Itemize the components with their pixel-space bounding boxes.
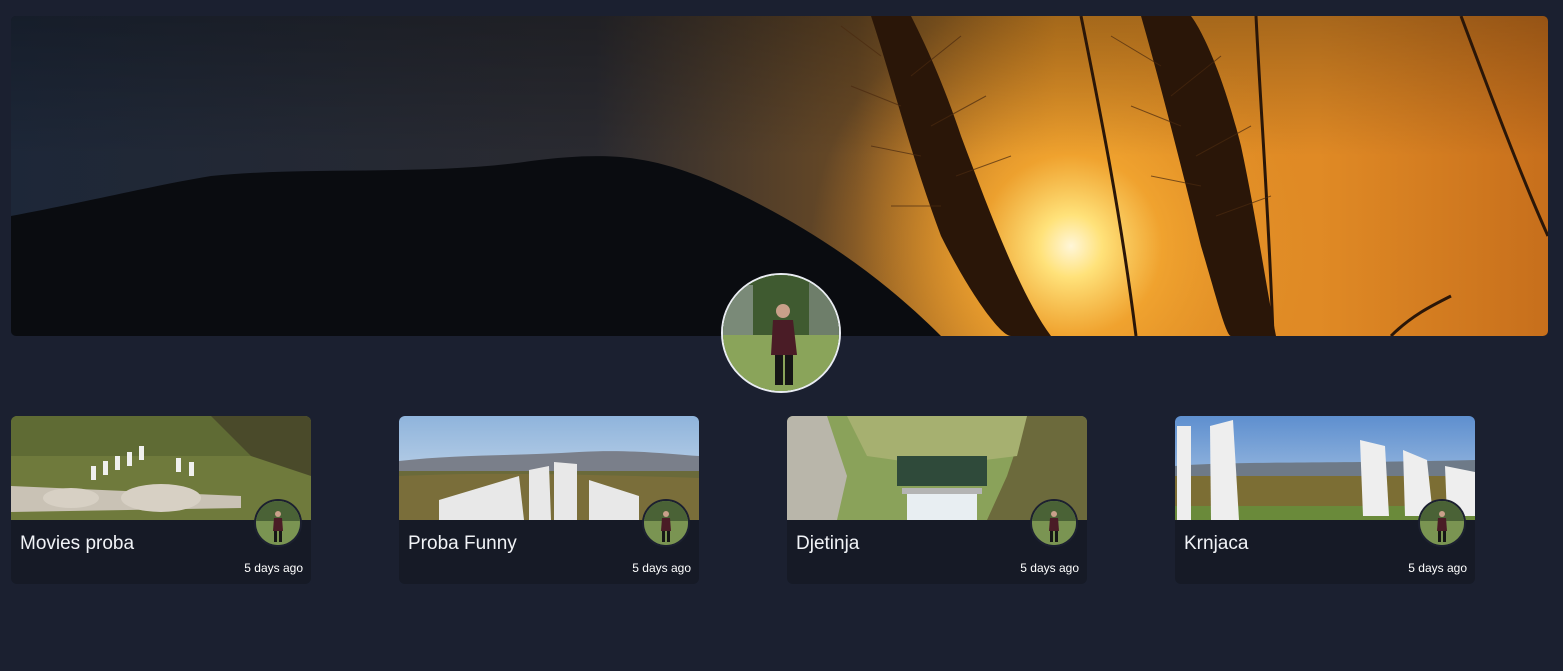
post-list: Movies proba 5 days ago Proba Funny 5 da… bbox=[11, 416, 1475, 584]
post-timestamp: 5 days ago bbox=[1020, 561, 1079, 575]
post-author-avatar[interactable] bbox=[1418, 499, 1466, 547]
post-author-avatar[interactable] bbox=[1030, 499, 1078, 547]
post-title[interactable]: Proba Funny bbox=[408, 533, 517, 555]
post-title[interactable]: Movies proba bbox=[20, 533, 134, 555]
post-author-avatar[interactable] bbox=[254, 499, 302, 547]
profile-avatar[interactable] bbox=[721, 273, 841, 393]
post-card[interactable]: Djetinja 5 days ago bbox=[787, 416, 1087, 584]
post-card[interactable]: Krnjaca 5 days ago bbox=[1175, 416, 1475, 584]
post-title[interactable]: Krnjaca bbox=[1184, 533, 1248, 555]
post-card[interactable]: Movies proba 5 days ago bbox=[11, 416, 311, 584]
post-timestamp: 5 days ago bbox=[1408, 561, 1467, 575]
profile-page: Movies proba 5 days ago Proba Funny 5 da… bbox=[0, 0, 1563, 671]
post-timestamp: 5 days ago bbox=[632, 561, 691, 575]
post-timestamp: 5 days ago bbox=[244, 561, 303, 575]
post-title[interactable]: Djetinja bbox=[796, 533, 859, 555]
post-author-avatar[interactable] bbox=[642, 499, 690, 547]
post-card[interactable]: Proba Funny 5 days ago bbox=[399, 416, 699, 584]
